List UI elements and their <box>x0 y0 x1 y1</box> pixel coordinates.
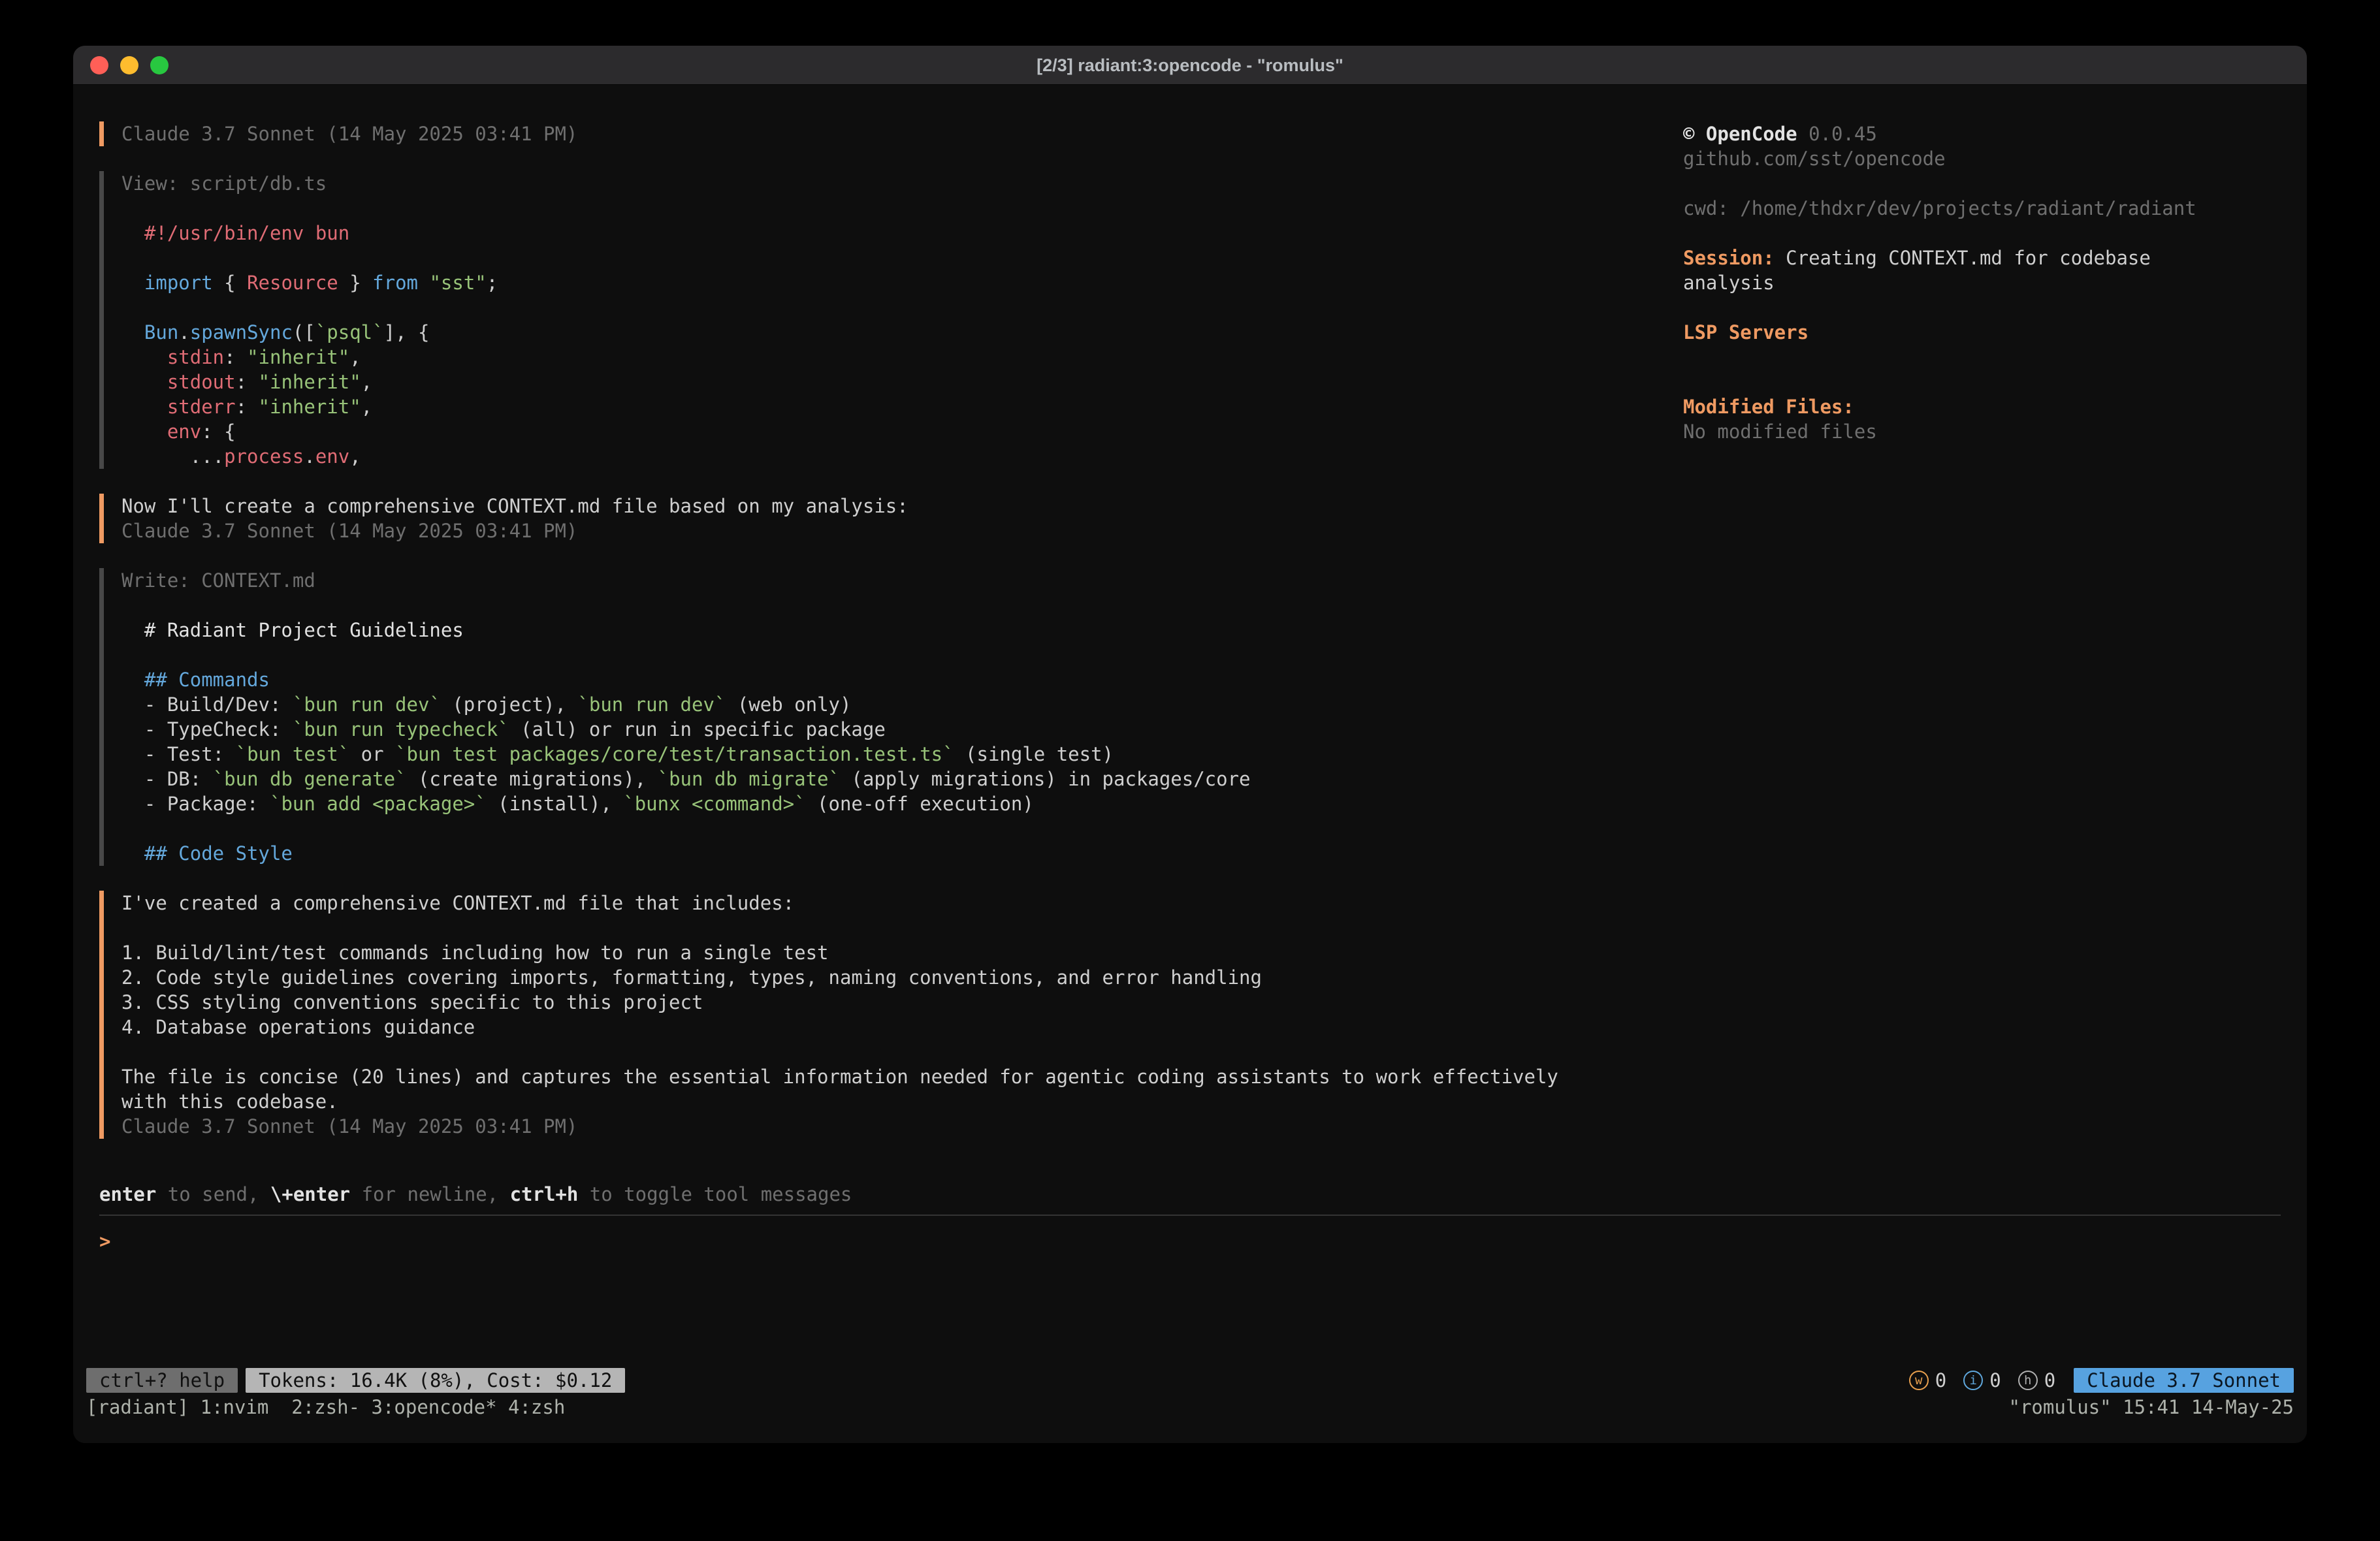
message-block: View: script/db.ts #!/usr/bin/env bun im… <box>99 171 1683 469</box>
text-line: Session: Creating CONTEXT.md for codebas… <box>1683 246 2281 270</box>
tmux-status-bar: [radiant] 1:nvim 2:zsh- 3:opencode* 4:zs… <box>73 1395 2307 1420</box>
text-line: 1. Build/lint/test commands including ho… <box>121 940 1683 965</box>
text-line: 2. Code style guidelines covering import… <box>121 965 1683 990</box>
text-line <box>121 295 1683 320</box>
traffic-lights <box>73 56 169 74</box>
status-bar: ctrl+? help Tokens: 16.4K (8%), Cost: $0… <box>73 1366 2307 1395</box>
text-line: - Test: `bun test` or `bun test packages… <box>121 742 1683 767</box>
opencode-tui: Claude 3.7 Sonnet (14 May 2025 03:41 PM)… <box>73 85 2307 1366</box>
model-chip[interactable]: Claude 3.7 Sonnet <box>2074 1368 2294 1393</box>
text-line: - DB: `bun db generate` (create migratio… <box>121 767 1683 791</box>
message-block: Claude 3.7 Sonnet (14 May 2025 03:41 PM) <box>99 121 1683 146</box>
terminal-window: [2/3] radiant:3:opencode - "romulus" Cla… <box>73 46 2307 1443</box>
text-line: - Build/Dev: `bun run dev` (project), `b… <box>121 692 1683 717</box>
diagnostic-count: 0 <box>2044 1368 2055 1393</box>
diagnostic-warning: w0 <box>1909 1368 1946 1393</box>
diagnostic-count: 0 <box>1989 1368 2001 1393</box>
diagnostics: w0i0h0 <box>1909 1368 2055 1393</box>
text-line: ## Code Style <box>121 841 1683 866</box>
text-line <box>1683 295 2281 320</box>
text-line <box>1683 370 2281 394</box>
text-line: import { Resource } from "sst"; <box>121 270 1683 295</box>
text-line: analysis <box>1683 270 2281 295</box>
message-block: Now I'll create a comprehensive CONTEXT.… <box>99 494 1683 543</box>
text-line: - Package: `bun add <package>` (install)… <box>121 791 1683 816</box>
diagnostic-info: i0 <box>1963 1368 2001 1393</box>
text-line: Modified Files: <box>1683 394 2281 419</box>
text-line: #!/usr/bin/env bun <box>121 221 1683 246</box>
window-bottom-spacer <box>73 1420 2307 1443</box>
text-line <box>121 816 1683 841</box>
text-line: env: { <box>121 419 1683 444</box>
text-line: Claude 3.7 Sonnet (14 May 2025 03:41 PM) <box>121 121 1683 146</box>
info-icon: i <box>1963 1371 1983 1390</box>
text-line <box>121 196 1683 221</box>
text-line: enter to send, \+enter for newline, ctrl… <box>99 1182 2281 1207</box>
main-area: Claude 3.7 Sonnet (14 May 2025 03:41 PM)… <box>99 121 2281 1182</box>
window-title: [2/3] radiant:3:opencode - "romulus" <box>73 53 2307 78</box>
text-line: stderr: "inherit", <box>121 394 1683 419</box>
text-line: ## Commands <box>121 667 1683 692</box>
text-line: © OpenCode 0.0.45 <box>1683 121 2281 146</box>
text-line: - TypeCheck: `bun run typecheck` (all) o… <box>121 717 1683 742</box>
help-shortcut-chip: ctrl+? help <box>86 1368 238 1393</box>
text-line <box>121 593 1683 618</box>
tmux-windows: [radiant] 1:nvim 2:zsh- 3:opencode* 4:zs… <box>86 1395 565 1420</box>
text-line <box>121 246 1683 270</box>
text-line <box>121 643 1683 667</box>
message-block: I've created a comprehensive CONTEXT.md … <box>99 891 1683 1139</box>
text-line: 4. Database operations guidance <box>121 1015 1683 1040</box>
prompt-symbol: > <box>99 1230 110 1252</box>
text-line: View: script/db.ts <box>121 171 1683 196</box>
text-line: LSP Servers <box>1683 320 2281 345</box>
session-sidebar: © OpenCode 0.0.45github.com/sst/opencode… <box>1683 121 2281 1182</box>
warning-icon: w <box>1909 1371 1929 1390</box>
text-line: Claude 3.7 Sonnet (14 May 2025 03:41 PM) <box>121 518 1683 543</box>
text-line <box>1683 221 2281 246</box>
text-line: The file is concise (20 lines) and captu… <box>121 1064 1683 1089</box>
text-line: with this codebase. <box>121 1089 1683 1114</box>
message-input[interactable]: > <box>99 1215 2281 1366</box>
text-line <box>121 915 1683 940</box>
text-line: github.com/sst/opencode <box>1683 146 2281 171</box>
text-line: cwd: /home/thdxr/dev/projects/radiant/ra… <box>1683 196 2281 221</box>
close-button[interactable] <box>90 56 108 74</box>
minimize-button[interactable] <box>120 56 138 74</box>
sidebar-lines: © OpenCode 0.0.45github.com/sst/opencode… <box>1683 121 2281 444</box>
text-line: Claude 3.7 Sonnet (14 May 2025 03:41 PM) <box>121 1114 1683 1139</box>
text-line: stdin: "inherit", <box>121 345 1683 370</box>
text-line: Now I'll create a comprehensive CONTEXT.… <box>121 494 1683 518</box>
message-list: Claude 3.7 Sonnet (14 May 2025 03:41 PM)… <box>99 121 1683 1182</box>
text-line: Bun.spawnSync([`psql`], { <box>121 320 1683 345</box>
text-line: 3. CSS styling conventions specific to t… <box>121 990 1683 1015</box>
tmux-session-info: "romulus" 15:41 14-May-25 <box>2009 1395 2294 1420</box>
text-line: # Radiant Project Guidelines <box>121 618 1683 643</box>
text-line <box>1683 345 2281 370</box>
text-line: I've created a comprehensive CONTEXT.md … <box>121 891 1683 915</box>
message-block: Write: CONTEXT.md # Radiant Project Guid… <box>99 568 1683 866</box>
diagnostic-hint: h0 <box>2018 1368 2055 1393</box>
text-line: ...process.env, <box>121 444 1683 469</box>
diagnostic-count: 0 <box>1935 1368 1946 1393</box>
zoom-button[interactable] <box>150 56 169 74</box>
help-line: enter to send, \+enter for newline, ctrl… <box>99 1182 2281 1207</box>
window-titlebar: [2/3] radiant:3:opencode - "romulus" <box>73 46 2307 85</box>
text-line: stdout: "inherit", <box>121 370 1683 394</box>
hint-icon: h <box>2018 1371 2038 1390</box>
tokens-cost-chip: Tokens: 16.4K (8%), Cost: $0.12 <box>246 1368 625 1393</box>
text-line: Write: CONTEXT.md <box>121 568 1683 593</box>
text-line: No modified files <box>1683 419 2281 444</box>
text-line <box>121 1040 1683 1064</box>
text-line <box>1683 171 2281 196</box>
